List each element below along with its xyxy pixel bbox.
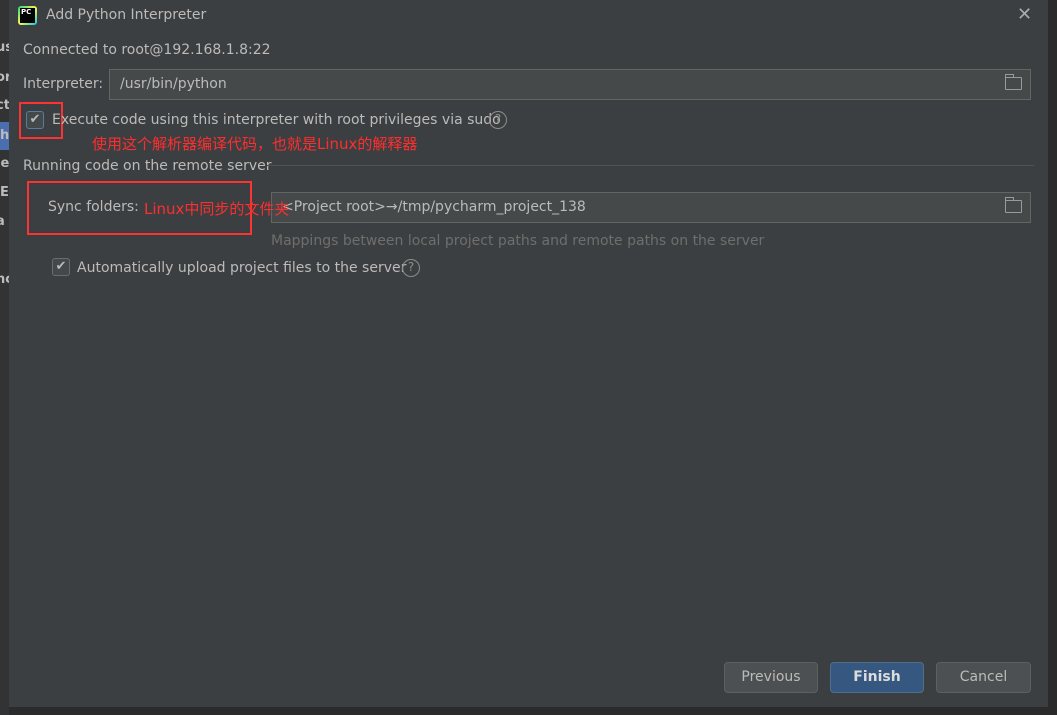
finish-button[interactable]: Finish: [830, 662, 924, 693]
background-text: a: [0, 214, 5, 229]
background-text: h: [0, 128, 9, 143]
interpreter-value: /usr/bin/python: [120, 76, 227, 92]
background-text: or: [0, 70, 9, 85]
background-text: je: [0, 156, 9, 171]
help-icon[interactable]: ?: [489, 111, 507, 129]
help-icon[interactable]: ?: [402, 259, 420, 277]
sync-hint: Mappings between local project paths and…: [271, 233, 765, 249]
sync-folders-field[interactable]: <Project root>→/tmp/pycharm_project_138: [271, 192, 1031, 223]
folder-icon[interactable]: [1005, 197, 1022, 213]
cancel-button[interactable]: Cancel: [936, 662, 1031, 693]
sync-folders-value: <Project root>→/tmp/pycharm_project_138: [282, 199, 586, 215]
connection-status: Connected to root@192.168.1.8:22: [23, 42, 271, 58]
auto-upload-checkbox[interactable]: ✔: [52, 258, 70, 276]
folder-icon[interactable]: [1005, 74, 1022, 90]
pycharm-logo-icon: PC: [18, 6, 37, 25]
background-text: nc: [0, 272, 9, 287]
interpreter-field[interactable]: /usr/bin/python: [109, 69, 1031, 100]
background-text: ct: [0, 98, 9, 113]
section-divider: [267, 165, 1034, 166]
background-window: us or ct h je E a nc: [0, 0, 9, 715]
previous-button[interactable]: Previous: [724, 662, 818, 693]
sudo-label: Execute code using this interpreter with…: [52, 112, 501, 128]
auto-upload-label: Automatically upload project files to th…: [77, 260, 407, 276]
section-title: Running code on the remote server: [23, 158, 272, 174]
dialog-title: Add Python Interpreter: [46, 7, 207, 23]
sync-folders-label: Sync folders:: [48, 199, 139, 215]
interpreter-label: Interpreter:: [23, 76, 104, 92]
sudo-checkbox[interactable]: ✔: [26, 111, 44, 129]
close-icon[interactable]: ✕: [1017, 4, 1032, 25]
background-text: E: [0, 185, 9, 200]
annotation-text: 使用这个解析器编译代码，也就是Linux的解释器: [92, 135, 418, 153]
background-text: us: [0, 40, 9, 55]
add-python-interpreter-dialog: PC Add Python Interpreter ✕ Connected to…: [9, 0, 1048, 707]
annotation-text: Linux中同步的文件夹: [144, 200, 290, 218]
